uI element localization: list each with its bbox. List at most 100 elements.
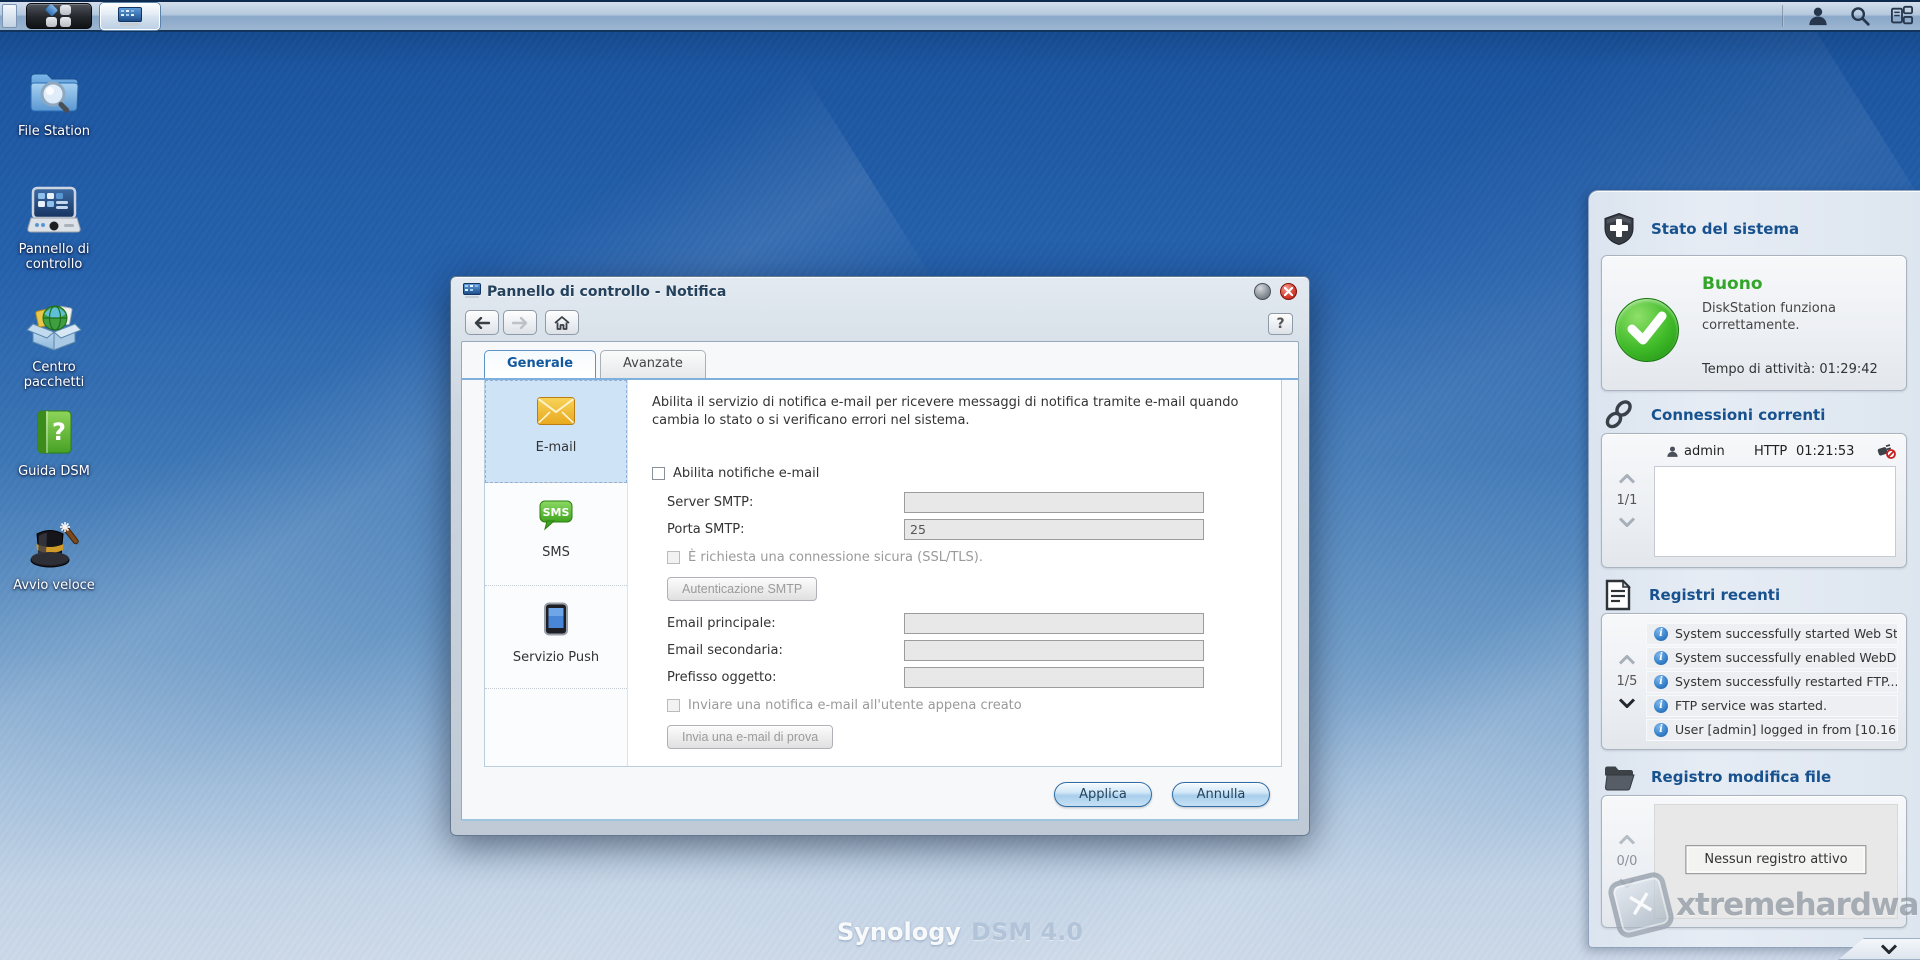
- page-up-icon: [1618, 474, 1636, 484]
- info-icon: i: [1654, 675, 1668, 689]
- control-panel-icon: [27, 186, 81, 233]
- sms-icon: SMS: [539, 500, 573, 531]
- email-icon: [537, 397, 575, 425]
- help-button[interactable]: ?: [1268, 313, 1293, 335]
- page-down-icon: [1618, 878, 1636, 888]
- send-test-email-button: Invia una e-mail di prova: [667, 725, 834, 749]
- sidebar-item-email[interactable]: E-mail: [485, 380, 627, 483]
- system-status-panel: Buono DiskStation funziona correttamente…: [1601, 255, 1907, 391]
- minimize-button[interactable]: [1254, 283, 1271, 300]
- checkbox-label: Abilita notifiche e-mail: [673, 466, 820, 481]
- forward-button: [503, 310, 537, 335]
- sidebar-item-label: E-mail: [535, 440, 577, 455]
- notify-new-user-checkbox-row: Inviare una notifica e-mail all'utente a…: [667, 698, 1022, 713]
- brand-product: DSM 4.0: [971, 918, 1084, 946]
- file-change-log-panel: 0/0 Nessun registro attivo: [1601, 795, 1907, 928]
- log-row[interactable]: i System successfully restarted FTP...: [1646, 671, 1898, 693]
- page-indicator: 0/0: [1616, 854, 1638, 869]
- back-arrow-icon: [474, 316, 490, 329]
- back-button[interactable]: [465, 310, 499, 335]
- status-description: DiskStation funziona correttamente.: [1702, 301, 1836, 333]
- user-icon[interactable]: [1806, 4, 1830, 28]
- forward-arrow-icon: [512, 316, 528, 329]
- page-indicator: 1/5: [1616, 674, 1638, 689]
- quick-start-icon: [30, 522, 79, 568]
- status-value: Buono: [1702, 274, 1763, 294]
- smtp-server-row: Server SMTP:: [667, 492, 1227, 513]
- info-icon: i: [1654, 699, 1668, 713]
- desktop-icon-label: File Station: [17, 124, 91, 139]
- window-titlebar[interactable]: Pannello di controllo - Notifica: [451, 277, 1309, 307]
- log-row[interactable]: i System successfully enabled WebD...: [1646, 647, 1898, 669]
- tab-generale[interactable]: Generale: [484, 350, 597, 378]
- smtp-server-label: Server SMTP:: [667, 495, 754, 510]
- page-indicator: 1/1: [1616, 493, 1638, 508]
- smtp-port-label: Porta SMTP:: [667, 522, 745, 537]
- pilot-view-icon[interactable]: [1890, 4, 1914, 28]
- tab-content: E-mail SMS SMS Servizio Push Abilita il …: [484, 380, 1282, 767]
- desktop-icon-label: Avvio veloce: [13, 578, 95, 593]
- desktop-icon-quick-start[interactable]: Avvio veloce: [6, 518, 102, 593]
- email-secondary-input: [904, 640, 1204, 661]
- system-status-header: Stato del sistema: [1603, 212, 1799, 246]
- checkbox-unchecked[interactable]: [652, 467, 665, 480]
- recent-logs-panel: 1/5 i System successfully started Web St.…: [1601, 613, 1907, 750]
- sidebar-item-sms[interactable]: SMS SMS: [485, 483, 627, 586]
- connections-list: [1654, 466, 1896, 557]
- sidebar-item-label: Servizio Push: [512, 650, 600, 665]
- sidebar-item-push-service[interactable]: Servizio Push: [485, 586, 627, 689]
- search-icon[interactable]: [1848, 4, 1872, 28]
- enable-email-checkbox-row[interactable]: Abilita notifiche e-mail: [652, 466, 819, 481]
- connection-time: 01:21:53: [1796, 444, 1855, 459]
- log-row[interactable]: i System successfully started Web St...: [1646, 623, 1898, 645]
- page-down-icon: [1618, 517, 1636, 527]
- form-description: Abilita il servizio di notifica e-mail p…: [652, 395, 1239, 428]
- desktop-icon-control-panel[interactable]: Pannello di controllo: [6, 184, 102, 272]
- log-row[interactable]: i FTP service was started.: [1646, 695, 1898, 717]
- show-desktop-button[interactable]: [2, 4, 17, 28]
- connections-panel: 1/1 admin HTTP 01:21:53: [1601, 433, 1907, 568]
- apply-button[interactable]: Applica: [1054, 782, 1152, 807]
- control-panel-notification-window: Pannello di controllo - Notifica ? Gener…: [450, 276, 1310, 836]
- app-grid-icon: [44, 3, 72, 27]
- close-button[interactable]: [1280, 283, 1297, 300]
- control-panel-window-icon: [118, 7, 142, 26]
- info-icon: i: [1654, 723, 1668, 737]
- connection-user: admin: [1666, 444, 1725, 459]
- status-ok-icon: [1615, 298, 1679, 362]
- svg-text:?: ?: [52, 418, 66, 446]
- smtp-server-input: [904, 492, 1204, 513]
- email-primary-row: Email principale:: [667, 613, 1227, 634]
- taskbar-divider: [1782, 5, 1784, 27]
- email-primary-input: [904, 613, 1204, 634]
- desktop-icon-file-station[interactable]: File Station: [6, 66, 102, 139]
- file-change-log-header: Registro modifica file: [1603, 761, 1831, 793]
- connection-row[interactable]: admin HTTP 01:21:53: [1654, 442, 1898, 464]
- cancel-button[interactable]: Annulla: [1172, 782, 1270, 807]
- desktop-icon-dsm-help[interactable]: ? Guida DSM: [6, 408, 102, 479]
- home-icon: [554, 315, 570, 330]
- email-notification-form: Abilita il servizio di notifica e-mail p…: [629, 380, 1281, 766]
- window-title: Pannello di controllo - Notifica: [487, 284, 727, 300]
- log-row[interactable]: i User [admin] logged in from [10.16...: [1646, 719, 1898, 741]
- no-active-log-label: Nessun registro attivo: [1685, 844, 1867, 874]
- main-menu-button[interactable]: [26, 3, 92, 29]
- disconnect-icon[interactable]: [1876, 443, 1896, 463]
- email-primary-label: Email principale:: [667, 616, 776, 631]
- widget-section-title: Registri recenti: [1649, 586, 1781, 604]
- taskbar-item-control-panel[interactable]: [100, 3, 160, 30]
- home-button[interactable]: [545, 310, 579, 335]
- tab-avanzate[interactable]: Avanzate: [600, 350, 706, 378]
- control-panel-window-icon: [463, 283, 481, 298]
- widget-section-title: Connessioni correnti: [1651, 406, 1826, 424]
- uptime-text: Tempo di attività: 01:29:42: [1702, 362, 1878, 377]
- widget-section-title: Registro modifica file: [1651, 768, 1832, 786]
- package-center-icon: [26, 305, 82, 351]
- recent-logs-header: Registri recenti: [1603, 579, 1780, 611]
- subject-prefix-label: Prefisso oggetto:: [667, 670, 777, 685]
- log-list: i System successfully started Web St... i…: [1646, 623, 1898, 743]
- desktop-icon-package-center[interactable]: Centro pacchetti: [6, 300, 102, 390]
- page-down-icon[interactable]: [1618, 698, 1636, 708]
- checkbox-unchecked-disabled: [667, 699, 680, 712]
- checkbox-label: È richiesta una connessione sicura (SSL/…: [688, 550, 983, 565]
